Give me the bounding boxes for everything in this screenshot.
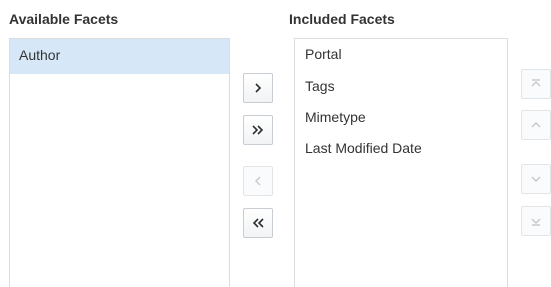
double-chevron-right-icon	[252, 125, 264, 135]
remove-all-button[interactable]	[243, 208, 273, 238]
remove-button[interactable]	[243, 166, 273, 196]
included-facets-list[interactable]: Portal Tags Mimetype Last Modified Date	[294, 38, 508, 287]
list-item-portal[interactable]: Portal	[295, 39, 507, 70]
chevron-right-icon	[255, 83, 262, 93]
list-item-last-modified-date[interactable]: Last Modified Date	[295, 132, 507, 163]
chevron-up-icon	[531, 122, 541, 128]
list-item-tags[interactable]: Tags	[295, 70, 507, 101]
chevron-down-icon	[531, 176, 541, 182]
chevron-left-icon	[255, 176, 261, 186]
move-to-top-button[interactable]	[521, 69, 551, 99]
move-down-button[interactable]	[521, 164, 551, 194]
move-up-button[interactable]	[521, 110, 551, 140]
available-facets-heading: Available Facets	[9, 11, 119, 27]
list-item-mimetype[interactable]: Mimetype	[295, 101, 507, 132]
facet-shuttle: Available Facets Included Facets Author …	[0, 0, 551, 287]
available-facets-list[interactable]: Author	[9, 38, 230, 287]
double-chevron-left-icon	[252, 218, 264, 228]
move-to-bottom-icon	[531, 218, 541, 226]
included-facets-heading: Included Facets	[289, 11, 395, 27]
list-item-author[interactable]: Author	[10, 39, 229, 74]
move-button[interactable]	[243, 73, 273, 103]
move-all-button[interactable]	[243, 115, 273, 145]
move-to-bottom-button[interactable]	[521, 206, 551, 236]
move-to-top-icon	[531, 79, 541, 87]
